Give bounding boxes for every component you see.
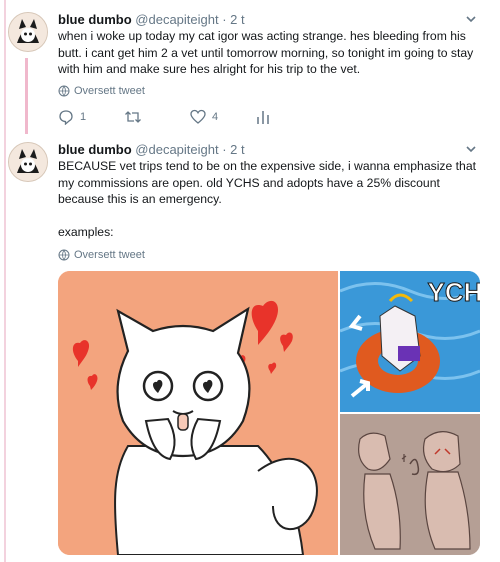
translate-link[interactable]: Oversett tweet <box>58 85 145 97</box>
like-button[interactable]: 4 <box>190 109 218 125</box>
media-grid: YCH <box>58 271 480 555</box>
media-image-sketch[interactable] <box>340 414 480 555</box>
translate-label[interactable]: Oversett tweet <box>74 249 145 261</box>
chevron-down-icon[interactable] <box>464 142 478 156</box>
author-handle[interactable]: @decapiteight · 2 t <box>135 142 244 157</box>
media-image-cat[interactable] <box>58 271 338 555</box>
chevron-down-icon[interactable] <box>464 12 478 26</box>
author-handle[interactable]: @decapiteight · 2 t <box>135 12 244 27</box>
thread-connector <box>25 58 28 134</box>
translate-link[interactable]: Oversett tweet <box>58 249 145 261</box>
globe-icon <box>58 85 70 97</box>
like-count: 4 <box>212 111 219 123</box>
reply-button[interactable]: 1 <box>58 109 86 125</box>
tweet-paragraph: BECAUSE vet trips tend to be on the expe… <box>58 159 476 206</box>
reply-count: 1 <box>80 111 87 123</box>
analytics-button[interactable] <box>256 109 270 125</box>
tweet-text: when i woke up today my cat igor was act… <box>58 29 474 76</box>
tweet-header: blue dumbo @decapiteight · 2 t <box>58 12 245 27</box>
tweet-paragraph: examples: <box>58 224 114 239</box>
translate-label[interactable]: Oversett tweet <box>74 85 145 97</box>
analytics-icon <box>256 109 270 125</box>
tweet-header: blue dumbo @decapiteight · 2 t <box>58 142 245 157</box>
reply-icon <box>58 109 74 125</box>
tweet-actions: 1 4 <box>58 109 318 129</box>
avatar[interactable] <box>8 142 48 182</box>
retweet-button[interactable] <box>124 109 148 125</box>
ych-text: YCH <box>428 277 480 307</box>
tweet[interactable]: blue dumbo @decapiteight · 2 t BECAUSE v… <box>0 134 500 562</box>
avatar[interactable] <box>8 12 48 52</box>
tweet-text: BECAUSE vet trips tend to be on the expe… <box>58 158 486 240</box>
heart-icon <box>190 109 206 125</box>
author-name[interactable]: blue dumbo <box>58 12 132 27</box>
globe-icon <box>58 249 70 261</box>
retweet-icon <box>124 109 142 125</box>
media-image-ych[interactable]: YCH <box>340 271 480 412</box>
tweet[interactable]: blue dumbo @decapiteight · 2 t when i wo… <box>0 0 500 134</box>
author-name[interactable]: blue dumbo <box>58 142 132 157</box>
